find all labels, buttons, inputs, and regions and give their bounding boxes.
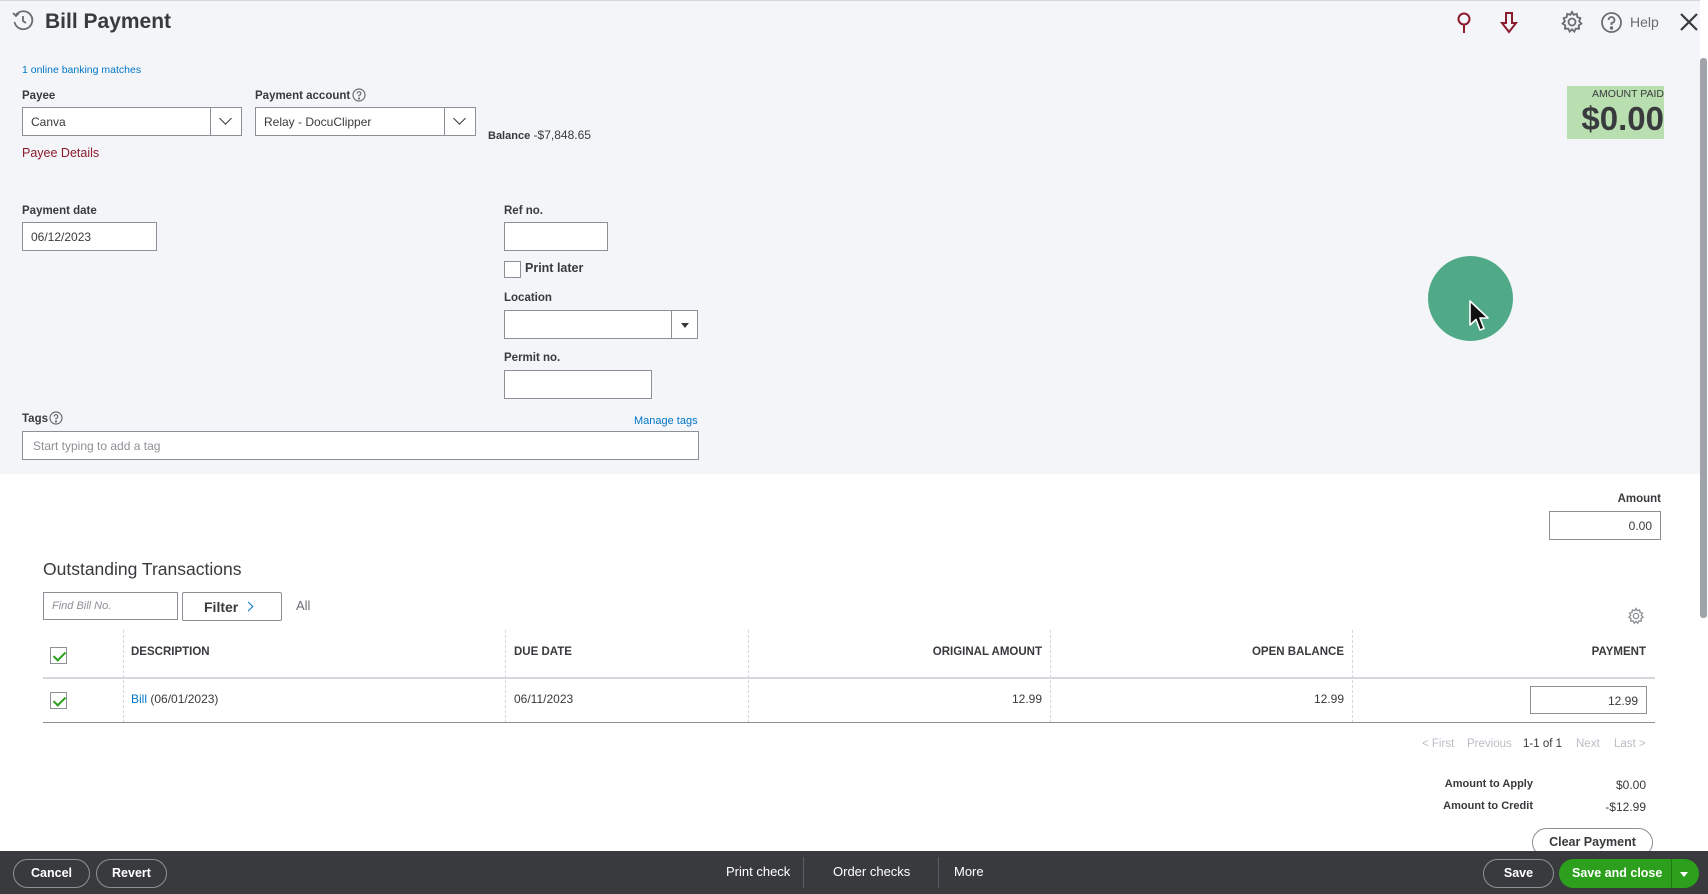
pager-previous[interactable]: Previous <box>1467 738 1512 750</box>
payment-input[interactable]: 12.99 <box>1530 686 1647 714</box>
more-button[interactable]: More <box>954 864 984 879</box>
payment-account-value: Relay - DocuClipper <box>264 115 372 129</box>
column-header-due-date[interactable]: DUE DATE <box>514 646 572 658</box>
footer-divider <box>938 857 939 888</box>
payment-value: 12.99 <box>1607 694 1638 708</box>
mouse-pointer-icon <box>1469 300 1489 334</box>
cancel-button[interactable]: Cancel <box>13 859 90 888</box>
location-dropdown-button[interactable] <box>671 310 698 339</box>
select-all-checkbox[interactable] <box>50 647 67 664</box>
column-header-payment[interactable]: PAYMENT <box>1356 646 1646 658</box>
save-options-divider <box>1671 859 1672 888</box>
payee-label: Payee <box>22 90 56 102</box>
pager-next[interactable]: Next <box>1576 738 1600 750</box>
transactions-heading: Outstanding Transactions <box>43 559 242 579</box>
chevron-right-icon <box>243 601 254 612</box>
find-bill-input[interactable]: Find Bill No. <box>43 592 178 620</box>
help-link[interactable]: Help <box>1630 14 1659 30</box>
column-header-description[interactable]: DESCRIPTION <box>131 646 210 658</box>
print-later-checkbox[interactable] <box>504 261 521 278</box>
footer-bar: Cancel Revert Print check Order checks M… <box>0 851 1708 894</box>
amount-to-credit-value: -$12.99 <box>1605 800 1646 814</box>
pager-first[interactable]: < First <box>1422 738 1454 750</box>
amount-label: Amount <box>1617 493 1661 505</box>
order-checks-button[interactable]: Order checks <box>833 864 910 879</box>
download-arrow-icon[interactable] <box>1498 11 1520 35</box>
description-cell: Bill (06/01/2023) <box>131 692 218 706</box>
payee-details-link[interactable]: Payee Details <box>22 146 99 160</box>
pager-last[interactable]: Last > <box>1614 738 1646 750</box>
payment-account-label: Payment account <box>255 90 351 102</box>
history-icon[interactable] <box>11 9 35 33</box>
print-later-label[interactable]: Print later <box>525 261 583 275</box>
ref-no-field[interactable] <box>504 222 608 251</box>
column-header-original-amount[interactable]: ORIGINAL AMOUNT <box>752 646 1042 658</box>
amount-paid-value: $0.00 <box>1581 100 1664 137</box>
chevron-down-icon <box>453 112 466 125</box>
bill-date: (06/01/2023) <box>150 692 219 706</box>
permit-no-label: Permit no. <box>504 352 561 364</box>
amount-value: 0.00 <box>1628 519 1652 533</box>
tags-placeholder: Start typing to add a tag <box>33 439 161 453</box>
balance-display: Balance -$7,848.65 <box>488 128 591 142</box>
filter-button[interactable]: Filter <box>182 592 282 621</box>
payee-dropdown-button[interactable] <box>210 107 242 136</box>
ref-no-label: Ref no. <box>504 205 543 217</box>
location-label: Location <box>504 292 552 304</box>
payee-value: Canva <box>31 115 66 129</box>
banking-matches-link[interactable]: 1 online banking matches <box>22 64 141 76</box>
page-title: Bill Payment <box>45 10 172 33</box>
payment-account-field[interactable]: Relay - DocuClipper <box>255 107 445 136</box>
save-and-close-button[interactable]: Save and close <box>1559 859 1699 888</box>
save-button[interactable]: Save <box>1483 859 1554 888</box>
print-check-button[interactable]: Print check <box>726 864 790 879</box>
vertical-scrollbar[interactable] <box>1700 58 1707 618</box>
payment-account-dropdown-button[interactable] <box>444 107 476 136</box>
amount-field[interactable]: 0.00 <box>1549 511 1661 540</box>
save-and-close-label: Save and close <box>1572 866 1663 880</box>
permit-no-field[interactable] <box>504 370 652 399</box>
amount-to-credit-label: Amount to Credit <box>1443 800 1533 812</box>
column-header-open-balance[interactable]: OPEN BALANCE <box>1054 646 1344 658</box>
revert-button[interactable]: Revert <box>96 859 167 888</box>
chevron-down-icon <box>219 112 232 125</box>
filter-value: All <box>296 598 311 613</box>
table-settings-gear-icon[interactable] <box>1627 607 1645 625</box>
filter-label: Filter <box>204 599 239 615</box>
bill-link[interactable]: Bill <box>131 692 147 706</box>
location-pin-icon[interactable] <box>1454 11 1474 35</box>
find-bill-placeholder: Find Bill No. <box>52 600 112 612</box>
original-amount-cell: 12.99 <box>1011 692 1042 706</box>
gear-icon[interactable] <box>1560 10 1584 34</box>
payee-field[interactable]: Canva <box>22 107 211 136</box>
location-field[interactable] <box>504 310 672 339</box>
tags-input[interactable]: Start typing to add a tag <box>22 431 699 460</box>
help-icon[interactable] <box>1600 11 1623 34</box>
balance-label: Balance <box>488 130 531 142</box>
amount-to-apply-value: $0.00 <box>1615 778 1646 792</box>
tags-label: Tags <box>22 413 48 425</box>
balance-value: -$7,848.65 <box>533 128 591 142</box>
caret-down-icon <box>681 323 689 328</box>
row-checkbox[interactable] <box>50 692 67 709</box>
amount-to-apply-label: Amount to Apply <box>1444 778 1533 790</box>
payment-date-field[interactable]: 06/12/2023 <box>22 222 157 251</box>
payment-date-label: Payment date <box>22 205 97 217</box>
pager-range: 1-1 of 1 <box>1523 738 1562 750</box>
footer-divider <box>803 857 804 888</box>
open-balance-cell: 12.99 <box>1313 692 1344 706</box>
caret-down-icon[interactable] <box>1680 872 1688 877</box>
payment-account-help-icon[interactable] <box>352 88 366 102</box>
form-area <box>0 0 1700 474</box>
close-icon[interactable] <box>1678 11 1700 33</box>
payment-date-value: 06/12/2023 <box>31 230 92 244</box>
due-date-cell: 06/11/2023 <box>514 692 574 706</box>
manage-tags-link[interactable]: Manage tags <box>634 415 698 427</box>
tags-help-icon[interactable] <box>49 411 63 425</box>
amount-paid-label: AMOUNT PAID <box>1592 88 1664 100</box>
